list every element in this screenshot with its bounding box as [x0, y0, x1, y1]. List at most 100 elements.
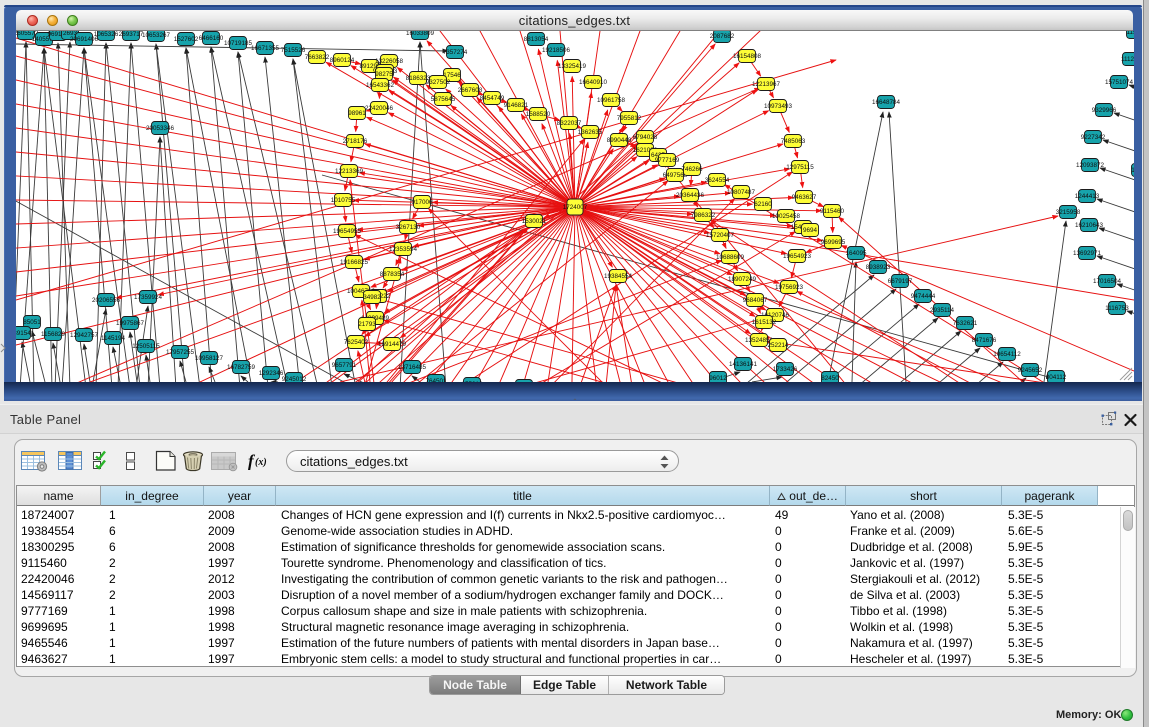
svg-text:8813054: 8813054 [524, 36, 549, 43]
svg-text:746266: 746266 [681, 166, 703, 173]
svg-text:96012: 96012 [709, 375, 727, 382]
svg-text:9463627: 9463627 [792, 194, 817, 201]
svg-text:917006: 917006 [411, 199, 433, 206]
svg-text:9146821: 9146821 [504, 102, 529, 109]
svg-text:10961758: 10961758 [597, 97, 626, 104]
svg-text:19218506: 19218506 [542, 47, 571, 54]
svg-text:8322037: 8322037 [557, 120, 582, 127]
svg-text:1292346: 1292346 [259, 370, 284, 377]
svg-text:9115460: 9115460 [820, 208, 845, 215]
svg-text:16648784: 16648784 [872, 99, 901, 106]
svg-text:20053346: 20053346 [146, 125, 175, 132]
svg-text:164095: 164095 [845, 250, 867, 257]
svg-text:10958127: 10958127 [195, 355, 224, 362]
svg-text:1362635: 1362635 [578, 129, 603, 136]
svg-text:6466160: 6466160 [199, 35, 224, 42]
svg-text:1145194: 1145194 [101, 335, 126, 342]
svg-text:7955812: 7955812 [617, 115, 642, 122]
svg-text:1615132: 1615132 [752, 319, 777, 326]
svg-text:16671355: 16671355 [251, 45, 280, 52]
svg-text:85051: 85051 [23, 319, 41, 326]
svg-text:2718176: 2718176 [343, 138, 368, 145]
svg-text:7663822: 7663822 [305, 54, 330, 61]
svg-text:98961: 98961 [348, 110, 366, 117]
svg-text:12942757: 12942757 [70, 332, 99, 339]
svg-text:804112: 804112 [1046, 374, 1067, 381]
svg-text:3624554: 3624554 [705, 177, 730, 184]
svg-text:17957255: 17957255 [166, 349, 195, 356]
svg-text:7625402: 7625402 [344, 339, 369, 346]
svg-text:10973493: 10973493 [764, 103, 793, 110]
svg-text:16782759: 16782759 [227, 364, 256, 371]
svg-text:13716485: 13716485 [398, 364, 427, 371]
svg-text:19975867: 19975867 [116, 320, 145, 327]
svg-text:19166825: 19166825 [340, 259, 369, 266]
svg-text:10807487: 10807487 [727, 189, 756, 196]
svg-text:1724007: 1724007 [563, 204, 588, 211]
svg-text:22420046: 22420046 [365, 105, 394, 112]
svg-text:21793: 21793 [358, 321, 376, 328]
svg-text:15751074: 15751074 [1105, 79, 1134, 86]
svg-text:16210643: 16210643 [1075, 222, 1104, 229]
svg-text:9657791: 9657791 [332, 362, 357, 369]
svg-text:1065326: 1065326 [94, 31, 119, 38]
svg-text:1156829: 1156829 [41, 331, 66, 338]
svg-text:3215958: 3215958 [1056, 209, 1081, 216]
svg-text:9245652: 9245652 [1018, 367, 1043, 374]
svg-text:12093872: 12093872 [1076, 162, 1105, 169]
svg-text:8878354: 8878354 [380, 271, 405, 278]
svg-text:8960124: 8960124 [330, 57, 355, 64]
svg-text:8471676: 8471676 [972, 337, 997, 344]
svg-text:10654112: 10654112 [993, 351, 1021, 358]
svg-text:20206556: 20206556 [92, 297, 121, 304]
svg-text:10719185: 10719185 [224, 40, 253, 47]
svg-text:82450: 82450 [821, 375, 839, 382]
svg-text:19384554: 19384554 [604, 273, 633, 280]
svg-text:252214: 252214 [767, 342, 789, 349]
svg-text:39154: 39154 [16, 330, 31, 337]
svg-text:14136141: 14136141 [729, 361, 758, 368]
svg-text:12505115: 12505115 [132, 343, 160, 350]
svg-text:17359924: 17359924 [134, 294, 163, 301]
svg-text:5875645: 5875645 [431, 96, 456, 103]
svg-text:13325419: 13325419 [558, 63, 587, 70]
svg-text:3267130: 3267130 [396, 224, 421, 231]
svg-text:16914479: 16914479 [378, 341, 407, 348]
svg-text:9684067: 9684067 [743, 297, 768, 304]
svg-text:14212: 14212 [1131, 167, 1134, 174]
svg-text:12213369: 12213369 [335, 168, 364, 175]
svg-text:1733426: 1733426 [773, 366, 798, 373]
svg-text:2667608: 2667608 [458, 87, 483, 94]
svg-text:11548: 11548 [1126, 31, 1134, 36]
svg-text:6794028: 6794028 [633, 134, 658, 141]
svg-text:13692971: 13692971 [1073, 250, 1102, 257]
svg-text:19756923: 19756923 [775, 284, 804, 291]
svg-text:1116753: 1116753 [1105, 305, 1129, 312]
svg-text:7515526: 7515526 [281, 47, 306, 54]
svg-text:2935114: 2935114 [930, 307, 955, 314]
svg-text:1588520: 1588520 [526, 111, 551, 118]
svg-text:19654955: 19654955 [333, 228, 362, 235]
svg-text:13226058: 13226058 [375, 58, 404, 65]
svg-text:19654923: 19654923 [783, 253, 812, 260]
svg-text:7632621: 7632621 [953, 320, 978, 327]
svg-text:34982: 34982 [363, 294, 381, 301]
svg-text:7986322: 7986322 [691, 212, 716, 219]
svg-text:9474444: 9474444 [911, 293, 936, 300]
svg-text:10653267: 10653267 [142, 32, 171, 39]
svg-text:7357274: 7357274 [443, 49, 468, 56]
svg-text:9227342: 9227342 [1081, 134, 1106, 141]
svg-text:18907249: 18907249 [728, 276, 757, 283]
svg-text:20364436: 20364436 [676, 192, 705, 199]
svg-text:(x): (x) [255, 457, 267, 468]
svg-text:9777169: 9777169 [655, 157, 680, 164]
svg-text:9327502: 9327502 [426, 79, 451, 86]
svg-text:1530021: 1530021 [522, 218, 547, 225]
svg-text:16543362: 16543362 [366, 82, 395, 89]
svg-text:9699695: 9699695 [821, 239, 846, 246]
svg-text:1244413: 1244413 [1075, 193, 1100, 200]
svg-text:6679197: 6679197 [888, 278, 913, 285]
svg-text:98275: 98275 [375, 71, 393, 78]
svg-text:1527602: 1527602 [174, 36, 199, 43]
svg-text:15720407: 15720407 [706, 232, 735, 239]
